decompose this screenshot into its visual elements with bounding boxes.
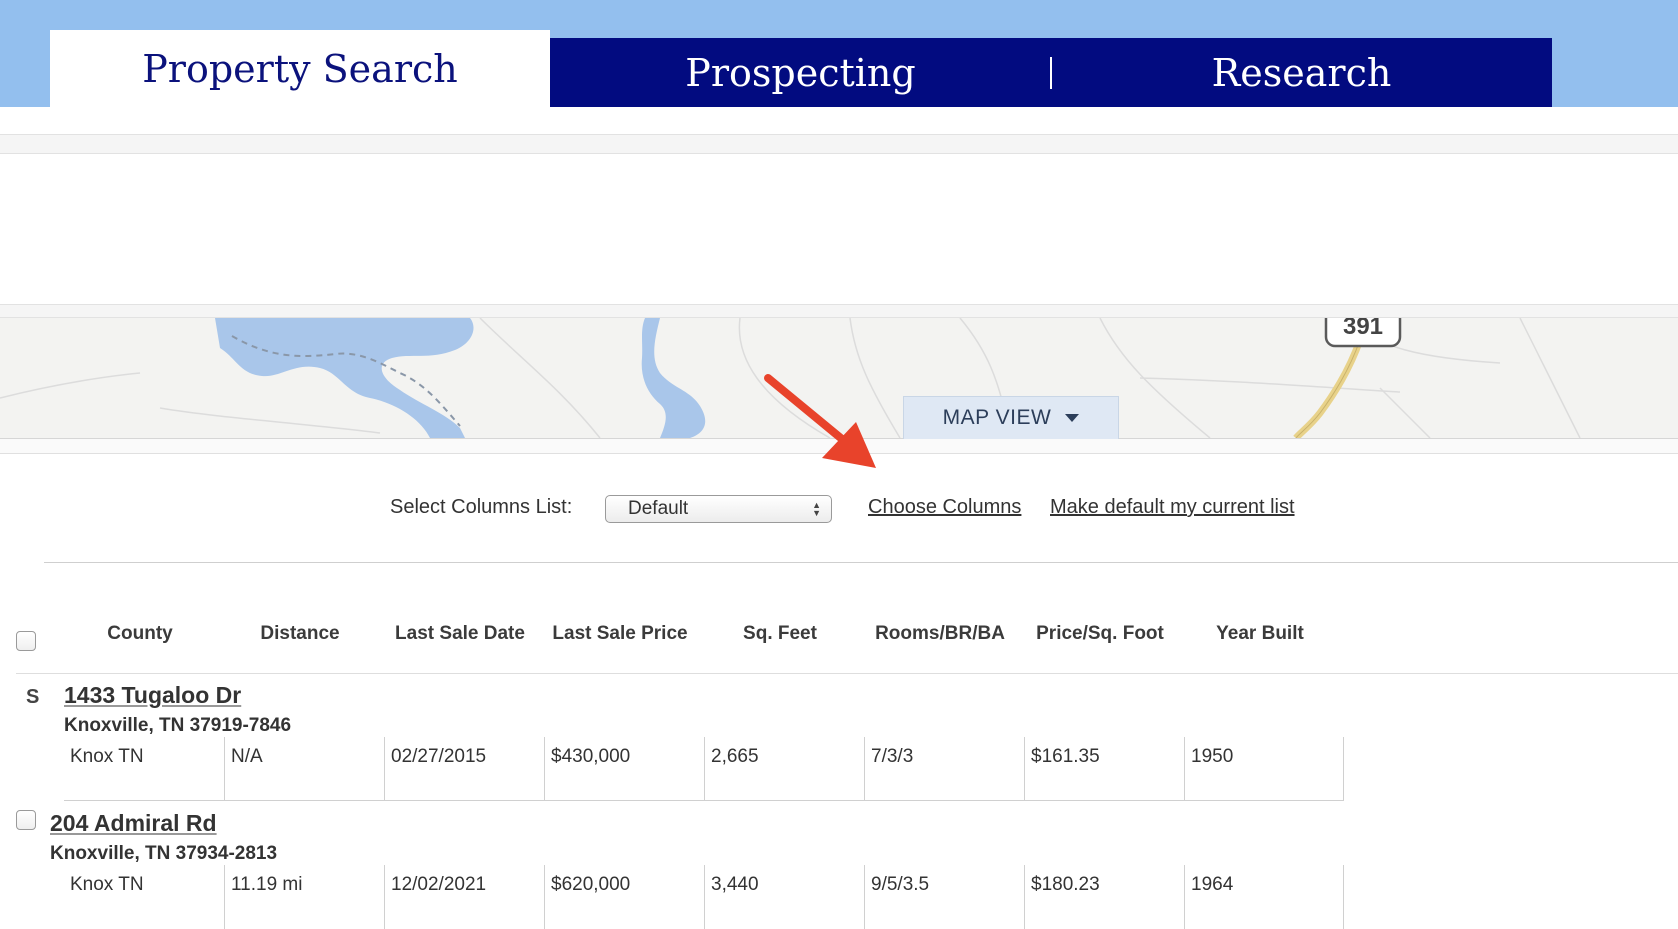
tab-research[interactable]: Research xyxy=(1051,38,1552,107)
col-header-price-sqft[interactable]: Price/Sq. Foot xyxy=(1020,623,1180,645)
cell-sq-feet: 3,440 xyxy=(704,865,864,929)
columns-list-select[interactable]: Default ▲ ▼ xyxy=(605,495,832,523)
cell-county: Knox TN xyxy=(64,737,224,801)
col-header-last-sale-date[interactable]: Last Sale Date xyxy=(380,623,540,645)
header-divider xyxy=(16,673,1678,674)
cell-sq-feet: 2,665 xyxy=(704,737,864,801)
tab-property-search[interactable]: Property Search xyxy=(50,30,550,107)
route-shield-label: 391 xyxy=(1343,318,1383,340)
cell-distance: N/A xyxy=(224,737,384,801)
select-columns-label: Select Columns List: xyxy=(390,496,573,518)
cell-last-sale-date: 12/02/2021 xyxy=(384,865,544,929)
cell-county: Knox TN xyxy=(70,874,144,895)
select-arrows-icon: ▲ ▼ xyxy=(812,500,821,518)
caret-down-icon xyxy=(1065,414,1080,422)
cell-price-sqft: $161.35 xyxy=(1024,737,1184,801)
cell-price-sqft: $180.23 xyxy=(1024,865,1184,929)
property-city: Knoxville, TN 37919-7846 xyxy=(64,715,292,736)
cell-year-built: 1964 xyxy=(1184,865,1344,929)
cell-year-built: 1950 xyxy=(1184,737,1344,801)
cell-last-sale-price: $430,000 xyxy=(544,737,704,801)
cell-rooms: 9/5/3.5 xyxy=(864,865,1024,929)
row-marker: S xyxy=(26,686,40,708)
cell-distance: 11.19 mi xyxy=(224,865,384,929)
property-address-link[interactable]: 204 Admiral Rd xyxy=(50,810,217,837)
tab-divider xyxy=(1050,57,1052,89)
annotation-arrow-icon xyxy=(764,374,876,468)
col-header-year-built[interactable]: Year Built xyxy=(1180,623,1340,645)
map-view-button[interactable]: MAP VIEW xyxy=(903,396,1119,439)
cell-rooms: 7/3/3 xyxy=(864,737,1024,801)
row-checkbox[interactable] xyxy=(16,810,36,830)
col-header-last-sale-price[interactable]: Last Sale Price xyxy=(540,623,700,645)
select-all-checkbox[interactable] xyxy=(16,631,36,651)
make-default-link[interactable]: Make default my current list xyxy=(1050,496,1295,519)
col-header-sq-feet[interactable]: Sq. Feet xyxy=(700,623,860,645)
map-top-band xyxy=(0,304,1678,318)
cell-last-sale-date: 02/27/2015 xyxy=(384,737,544,801)
columns-list-value: Default xyxy=(628,498,689,519)
col-header-distance[interactable]: Distance xyxy=(220,623,380,645)
col-header-rooms[interactable]: Rooms/BR/BA xyxy=(860,623,1020,645)
cell-last-sale-price: $620,000 xyxy=(544,865,704,929)
property-city: Knoxville, TN 37934-2813 xyxy=(50,843,278,864)
tab-prospecting[interactable]: Prospecting xyxy=(550,38,1051,107)
col-header-county[interactable]: County xyxy=(60,623,220,645)
choose-columns-link[interactable]: Choose Columns xyxy=(868,496,1021,519)
map-view-label: MAP VIEW xyxy=(942,406,1052,429)
property-address-link[interactable]: 1433 Tugaloo Dr xyxy=(64,682,241,709)
toolbar-band xyxy=(0,134,1678,154)
divider xyxy=(44,562,1678,563)
